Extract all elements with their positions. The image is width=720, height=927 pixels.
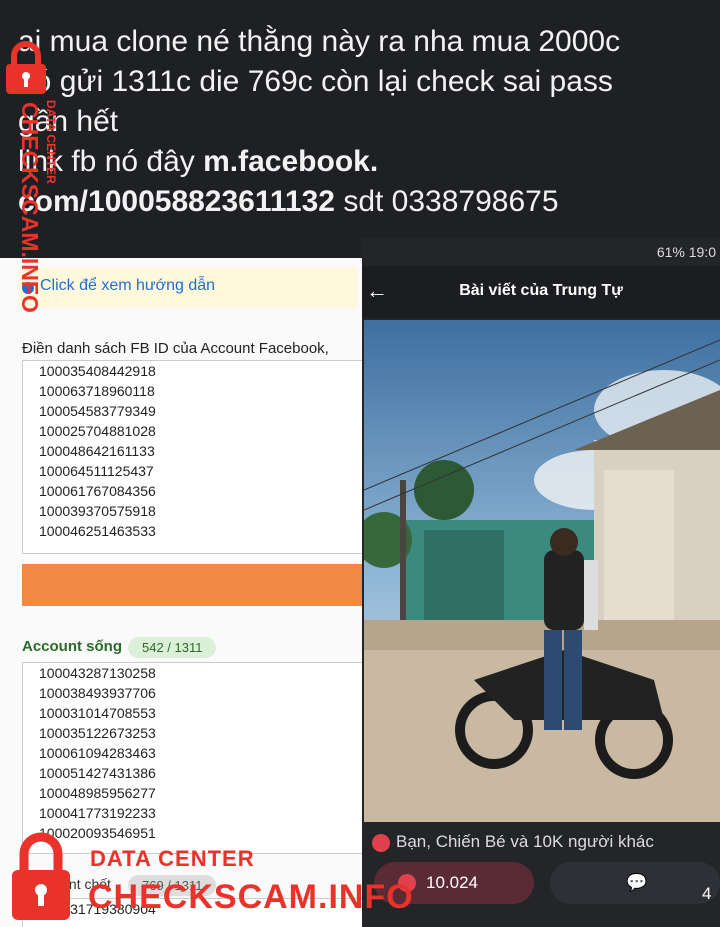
id-row: 100043287130258 [39, 665, 156, 681]
id-row: 100064511125437 [39, 463, 154, 479]
watermark-vertical-small: DATA CENTER [44, 100, 58, 184]
id-row: 100038493937706 [39, 685, 156, 701]
id-row: 100025704881028 [39, 423, 156, 439]
facebook-link[interactable]: m.facebook. [203, 145, 378, 178]
id-row: 100048985956277 [39, 785, 156, 801]
caption-line: link fb nó đây m.facebook. [18, 142, 708, 182]
post-title: Bài viết của Trung Tự [459, 282, 623, 299]
caption-line: nó gửi 1311c die 769c còn lại check sai … [18, 65, 613, 98]
comment-button[interactable]: 💬 4 [550, 862, 720, 904]
facebook-post-screenshot: 61% 19:0 ← Bài viết của Trung Tự Bạn, Ch… [362, 238, 720, 927]
id-row: 100046251463533 [39, 523, 156, 539]
caption-line: ai mua clone né thằng này ra nha mua 200… [18, 25, 621, 58]
post-photo[interactable] [364, 320, 720, 822]
live-accounts-label: Account sống [22, 638, 122, 655]
facebook-link[interactable]: com/100058823611132 [18, 185, 335, 218]
help-link[interactable]: Click để xem hướng dẫn [40, 277, 215, 295]
watermark-brand-top: DATA CENTER [90, 846, 255, 871]
caption-line: com/100058823611132 sdt 0338798675 [18, 182, 708, 222]
id-row: 100061767084356 [39, 483, 156, 499]
id-row: 100063718960118 [39, 383, 155, 399]
reactions-text: Bạn, Chiến Bé và 10K người khác [396, 832, 654, 851]
id-list-label: Điền danh sách FB ID của Account Faceboo… [22, 340, 329, 357]
reactions-row[interactable]: Bạn, Chiến Bé và 10K người khác [362, 828, 720, 858]
live-count-badge: 542 / 1311 [128, 637, 217, 658]
comment-count: 💬 4 [626, 873, 712, 903]
id-row: 100048642161133 [39, 443, 155, 459]
check-button[interactable] [22, 564, 362, 606]
id-row: 100061094283463 [39, 745, 156, 761]
status-bar: 61% 19:0 [362, 238, 720, 266]
id-row: 100051427431386 [39, 765, 156, 781]
status-text: 61% 19:0 [656, 244, 716, 260]
watermark-brand-bottom: CHECKSCAM.INFO [88, 878, 414, 916]
checker-screenshot: Click để xem hướng dẫn Điền danh sách FB… [0, 258, 362, 927]
caption-text: sdt 0338798675 [334, 185, 559, 218]
lock-icon [12, 832, 70, 920]
id-row: 100031014708553 [39, 705, 156, 721]
id-row: 100041773192233 [39, 805, 156, 821]
post-header: ← Bài viết của Trung Tự [362, 266, 720, 318]
photo-illustration [364, 320, 720, 822]
post-caption: ai mua clone né thằng này ra nha mua 200… [18, 22, 708, 222]
comment-count-value: 4 [702, 884, 712, 903]
love-reaction-icon [372, 834, 390, 852]
help-banner[interactable]: Click để xem hướng dẫn [18, 268, 358, 308]
id-row: 100039370575918 [39, 503, 156, 519]
watermark-vertical: CHECKSCAM.INFO [17, 102, 43, 313]
live-ids-textarea[interactable]: 100043287130258 100038493937706 1000310147… [22, 662, 362, 854]
id-row: 100035408442918 [39, 363, 156, 379]
caption-line: gần hết [18, 105, 119, 138]
lock-icon [6, 41, 46, 94]
id-row: 100054583779349 [39, 403, 156, 419]
id-row: 100035122673253 [39, 725, 156, 741]
like-count: 10.024 [426, 873, 478, 892]
id-input-textarea[interactable]: 100035408442918 100063718960118 1000545837… [22, 360, 362, 554]
